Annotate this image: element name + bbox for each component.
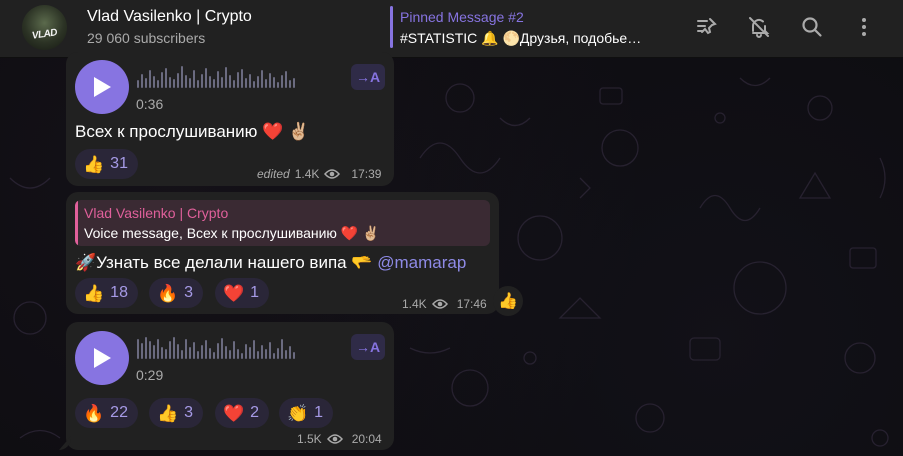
quick-reaction-button[interactable]: 👍 xyxy=(493,286,523,316)
reaction-emoji: 🔥 xyxy=(83,403,105,423)
chat-header: VLAD Vlad Vasilenko | Crypto 29 060 subs… xyxy=(0,0,903,58)
reaction-chip[interactable]: 🔥 3 xyxy=(149,278,204,308)
voice-duration: 0:36 xyxy=(136,96,164,112)
pinned-indicator-bar xyxy=(390,6,393,48)
reaction-count: 31 xyxy=(110,155,128,172)
reaction-chip[interactable]: 🔥 22 xyxy=(75,398,138,428)
play-icon xyxy=(94,77,111,97)
views-eye-icon xyxy=(326,434,343,444)
reaction-chip[interactable]: ❤️ 1 xyxy=(215,278,270,308)
transcribe-button[interactable]: →A xyxy=(351,64,385,90)
reaction-chip[interactable]: 👍 3 xyxy=(149,398,204,428)
reaction-emoji: 👍 xyxy=(83,283,105,303)
voice-duration: 0:29 xyxy=(136,367,164,383)
reaction-chip[interactable]: 👍 18 xyxy=(75,278,138,308)
reply-accent-bar xyxy=(75,200,78,246)
message-text: 🚀Узнать все делали нашего випа 🫳 @mamara… xyxy=(75,253,466,273)
more-vertical-icon[interactable] xyxy=(851,14,877,40)
reply-quote[interactable]: Vlad Vasilenko | Crypto Voice message, В… xyxy=(75,200,490,246)
search-icon[interactable] xyxy=(799,14,825,40)
reaction-emoji: 👍 xyxy=(157,403,179,423)
message-voice-1: 0:36 →A Всех к прослушиванию ❤️ ✌🏼 👍 31 … xyxy=(66,52,394,186)
voice-waveform[interactable] xyxy=(137,64,295,88)
views-eye-icon xyxy=(431,299,448,309)
reaction-emoji: 👍 xyxy=(83,154,105,174)
play-button[interactable] xyxy=(75,60,129,114)
reaction-count: 2 xyxy=(250,404,260,421)
message-text-2: Vlad Vasilenko | Crypto Voice message, В… xyxy=(66,192,499,314)
voice-waveform[interactable] xyxy=(137,335,295,359)
reaction-emoji: ❤️ xyxy=(223,403,245,423)
play-button[interactable] xyxy=(75,331,129,385)
pinned-message-text[interactable]: #STATISTIC 🔔 🌕Друзья, подобье… xyxy=(400,30,641,47)
edited-label: edited xyxy=(257,167,290,181)
view-count: 1.4K xyxy=(294,167,320,181)
reaction-count: 3 xyxy=(184,284,194,301)
transcribe-button[interactable]: →A xyxy=(351,334,385,360)
subscriber-count: 29 060 subscribers xyxy=(87,30,206,46)
reaction-chip[interactable]: 👏 1 xyxy=(279,398,334,428)
message-meta: 1.4K 17:46 xyxy=(402,297,487,311)
message-meta: edited 1.4K 17:39 xyxy=(257,167,381,181)
reaction-emoji: 🔥 xyxy=(157,283,179,303)
message-time: 20:04 xyxy=(351,432,382,446)
pinned-message-title[interactable]: Pinned Message #2 xyxy=(400,9,524,25)
view-count: 1.4K xyxy=(402,297,427,311)
message-meta: 1.5K 20:04 xyxy=(297,432,382,446)
view-count: 1.5K xyxy=(297,432,322,446)
message-text-body: 🚀Узнать все делали нашего випа 🫳 xyxy=(75,253,378,272)
play-icon xyxy=(94,348,111,368)
views-eye-icon xyxy=(324,169,341,179)
mute-bell-icon[interactable] xyxy=(746,14,772,40)
mention-link[interactable]: @mamarap xyxy=(377,253,466,272)
reply-text: Voice message, Всех к прослушиванию ❤️ ✌… xyxy=(84,225,380,241)
avatar[interactable]: VLAD xyxy=(22,5,67,50)
message-time: 17:46 xyxy=(456,297,487,311)
channel-title[interactable]: Vlad Vasilenko | Crypto xyxy=(87,8,252,26)
avatar-logo-text: VLAD xyxy=(31,27,58,42)
reaction-emoji: 👏 xyxy=(287,403,309,423)
message-text: Всех к прослушиванию ❤️ ✌🏼 xyxy=(75,122,310,141)
reaction-chip[interactable]: 👍 31 xyxy=(75,149,138,179)
reaction-count: 22 xyxy=(110,404,128,421)
pin-list-icon[interactable] xyxy=(694,14,720,40)
reaction-chip[interactable]: ❤️ 2 xyxy=(215,398,270,428)
reply-author: Vlad Vasilenko | Crypto xyxy=(84,205,229,221)
message-voice-3: 0:29 →A 🔥 22 👍 3 ❤️ 2 👏 1 1.5K 20:04 xyxy=(66,322,394,450)
reaction-count: 3 xyxy=(184,404,194,421)
message-time: 17:39 xyxy=(351,167,382,181)
reaction-count: 18 xyxy=(110,284,128,301)
reaction-emoji: ❤️ xyxy=(223,283,245,303)
reaction-count: 1 xyxy=(314,404,324,421)
reaction-count: 1 xyxy=(250,284,260,301)
